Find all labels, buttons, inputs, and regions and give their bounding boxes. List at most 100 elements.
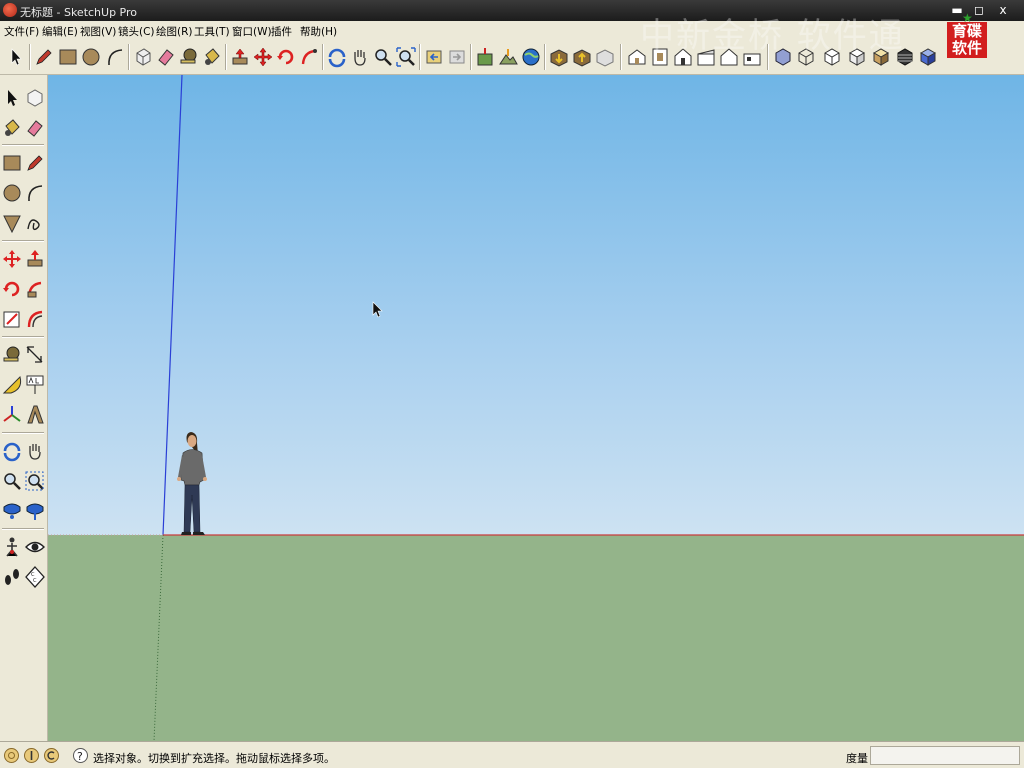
share-model-icon[interactable]	[571, 46, 593, 68]
polygon-icon[interactable]	[1, 211, 23, 235]
freehand-icon[interactable]	[24, 211, 46, 235]
previous-view-icon[interactable]	[423, 46, 445, 68]
arc-icon[interactable]	[104, 46, 126, 68]
menu-plugins[interactable]: 插件	[271, 24, 292, 39]
logo-line1: 育碟	[951, 22, 982, 40]
select-icon[interactable]	[5, 46, 27, 68]
zoom-extents-icon[interactable]	[1, 499, 23, 523]
zoom-icon[interactable]	[1, 469, 23, 493]
status-bar: ? 选择对象。切换到扩充选择。拖动鼠标选择多项。 度量	[0, 741, 1024, 768]
zoom-icon[interactable]	[372, 46, 394, 68]
scene-drawing	[48, 75, 1024, 741]
tool-group-separator	[2, 336, 44, 338]
walk-icon[interactable]	[1, 565, 23, 589]
toolbar-separator	[419, 44, 421, 70]
text-icon[interactable]	[24, 373, 46, 397]
section-plane-icon[interactable]: CC	[24, 565, 46, 589]
next-view-icon[interactable]	[446, 46, 468, 68]
tape-measure-icon[interactable]	[178, 46, 200, 68]
green-axis-dotted	[153, 534, 164, 741]
color-by-layer-icon[interactable]	[917, 46, 939, 68]
get-models-icon[interactable]	[548, 46, 570, 68]
paint-bucket-icon[interactable]	[1, 116, 23, 140]
push-pull-icon[interactable]	[24, 247, 46, 271]
preview-in-google-earth-icon[interactable]	[520, 46, 542, 68]
tool-group-separator	[2, 240, 44, 242]
tool-group-separator	[2, 528, 44, 530]
rectangle-icon[interactable]	[57, 46, 79, 68]
dimension-icon[interactable]	[24, 343, 46, 367]
sketchup-window: 无标题 - SketchUp Pro ▬ ◻ x 文件(F) 编辑(E) 视图(…	[0, 0, 1024, 768]
rotate-icon[interactable]	[275, 46, 297, 68]
menu-camera[interactable]: 镜头(C)	[118, 24, 155, 39]
measurements-label: 度量	[846, 752, 868, 765]
menu-tools[interactable]: 工具(T)	[194, 24, 230, 39]
blue-axis	[162, 75, 183, 536]
geolocation-icon[interactable]	[3, 747, 20, 764]
toolbar-separator	[29, 44, 31, 70]
menu-file[interactable]: 文件(F)	[4, 24, 39, 39]
make-component-icon[interactable]	[132, 46, 154, 68]
paint-bucket-icon[interactable]	[201, 46, 223, 68]
copyright-icon[interactable]	[43, 747, 60, 764]
add-location-icon[interactable]	[474, 46, 496, 68]
share-component-icon[interactable]	[594, 46, 616, 68]
rectangle-icon[interactable]	[1, 151, 23, 175]
toolbar-separator	[225, 44, 227, 70]
person-figure[interactable]	[177, 432, 207, 535]
move-icon[interactable]	[252, 46, 274, 68]
axes-icon[interactable]	[1, 403, 23, 427]
logo-star-icon: ★	[962, 11, 973, 25]
offset-icon[interactable]	[24, 307, 46, 331]
pan-icon[interactable]	[349, 46, 371, 68]
eraser-icon[interactable]	[155, 46, 177, 68]
follow-me-icon[interactable]	[298, 46, 320, 68]
arc-icon[interactable]	[24, 181, 46, 205]
line-icon[interactable]	[24, 151, 46, 175]
select-icon[interactable]	[1, 86, 23, 110]
previous-icon[interactable]	[24, 499, 46, 523]
credits-icon[interactable]	[23, 747, 40, 764]
menu-draw[interactable]: 绘图(R)	[156, 24, 193, 39]
3d-text-icon[interactable]	[24, 403, 46, 427]
push-pull-icon[interactable]	[229, 46, 251, 68]
circle-icon[interactable]	[80, 46, 102, 68]
follow-me-icon[interactable]	[24, 277, 46, 301]
toolbar-separator	[620, 44, 622, 70]
toolbar-separator	[128, 44, 130, 70]
eraser-icon[interactable]	[24, 116, 46, 140]
menu-view[interactable]: 视图(V)	[80, 24, 116, 39]
pan-icon[interactable]	[24, 439, 46, 463]
orbit-icon[interactable]	[326, 46, 348, 68]
modeling-viewport[interactable]	[48, 75, 1024, 741]
position-camera-icon[interactable]	[1, 535, 23, 559]
scale-icon[interactable]	[1, 307, 23, 331]
toggle-terrain-icon[interactable]	[497, 46, 519, 68]
make-component-icon[interactable]	[24, 86, 46, 110]
window-title: 无标题 - SketchUp Pro	[20, 6, 138, 19]
close-button[interactable]: x	[994, 2, 1012, 18]
menu-help[interactable]: 帮助(H)	[300, 24, 337, 39]
logo-line2: 软件	[951, 39, 982, 57]
tool-group-separator	[2, 432, 44, 434]
instructor-help-icon[interactable]: ?	[72, 747, 89, 764]
zoom-extents-icon[interactable]	[395, 46, 417, 68]
mouse-cursor	[372, 301, 383, 318]
menu-edit[interactable]: 编辑(E)	[42, 24, 78, 39]
protractor-icon[interactable]	[1, 373, 23, 397]
measurements-input[interactable]	[870, 746, 1020, 765]
zoom-window-icon[interactable]	[24, 469, 46, 493]
rotate-icon[interactable]	[1, 277, 23, 301]
look-around-icon[interactable]	[24, 535, 46, 559]
move-icon[interactable]	[1, 247, 23, 271]
menu-window[interactable]: 窗口(W)	[232, 24, 272, 39]
pencil-icon[interactable]	[33, 46, 55, 68]
sketchup-app-icon[interactable]	[3, 3, 17, 17]
svg-text:?: ?	[77, 750, 83, 763]
toolbar-separator	[322, 44, 324, 70]
tape-measure-icon[interactable]	[1, 343, 23, 367]
circle-icon[interactable]	[1, 181, 23, 205]
tool-group-separator	[2, 144, 44, 146]
status-message: 选择对象。切换到扩充选择。拖动鼠标选择多项。	[93, 752, 335, 765]
orbit-icon[interactable]	[1, 439, 23, 463]
